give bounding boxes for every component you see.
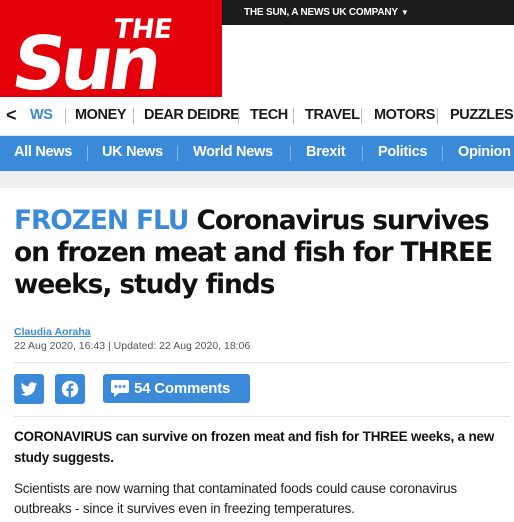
sun-logo-mark: THE Sun	[7, 14, 174, 97]
article-dates: 22 Aug 2020, 16:43 | Updated: 22 Aug 202…	[14, 340, 251, 352]
company-link-label: THE SUN, A NEWS UK COMPANY	[244, 7, 398, 18]
nav-divider	[437, 108, 438, 124]
divider	[14, 416, 510, 417]
nav-item-dear-deidre[interactable]: DEAR DEIDRE	[144, 107, 240, 123]
comments-count-label: 54 Comments	[134, 380, 231, 397]
subnav-all-news[interactable]: All News	[14, 144, 72, 160]
headline-kicker: FROZEN FLU	[14, 205, 189, 236]
subnav-divider	[290, 146, 291, 161]
facebook-icon	[61, 380, 79, 398]
subnav-divider	[177, 146, 178, 161]
article-paragraph: Scientists are now warning that contamin…	[14, 481, 457, 516]
subnav-divider	[442, 146, 443, 161]
nav-divider	[293, 108, 294, 124]
nav-item-travel[interactable]: TRAVEL	[305, 107, 360, 123]
top-bar: THE SUN, A NEWS UK COMPANY ▼	[222, 0, 514, 25]
company-menu-link[interactable]: THE SUN, A NEWS UK COMPANY ▼	[244, 7, 409, 18]
share-twitter-button[interactable]	[14, 374, 44, 404]
caret-down-icon: ▼	[400, 8, 409, 17]
sun-logo[interactable]: THE Sun	[0, 0, 222, 97]
nav-spacer	[0, 171, 514, 188]
subnav-uk-news[interactable]: UK News	[102, 144, 163, 160]
nav-divider	[238, 108, 239, 124]
twitter-icon	[20, 382, 38, 396]
subnav-politics[interactable]: Politics	[378, 144, 427, 160]
author-link[interactable]: Claudia Aoraha	[14, 326, 91, 338]
nav-divider	[361, 108, 362, 124]
nav-item-tech[interactable]: TECH	[250, 107, 288, 123]
comment-bubble-icon	[111, 380, 129, 397]
logo-sun-text: Sun	[7, 20, 163, 97]
masthead: THE Sun THE SUN, A NEWS UK COMPANY ▼	[0, 0, 514, 97]
subnav-brexit[interactable]: Brexit	[306, 144, 346, 160]
subnav-opinion[interactable]: Opinion	[458, 144, 511, 160]
chevron-left-icon[interactable]: <	[6, 105, 17, 125]
subnav-divider	[362, 146, 363, 161]
nav-divider	[133, 108, 134, 124]
subnav-world-news[interactable]: World News	[193, 144, 273, 160]
share-facebook-button[interactable]	[55, 374, 85, 404]
nav-item-money[interactable]: MONEY	[75, 107, 127, 123]
sections-nav: < WS MONEY DEAR DEIDRE TECH TRAVEL MOTOR…	[0, 97, 514, 136]
nav-divider	[65, 108, 66, 124]
article-standfirst: CORONAVIRUS can survive on frozen meat a…	[14, 429, 495, 465]
article-headline: FROZEN FLU Coronavirus survives on froze…	[14, 205, 510, 301]
divider	[14, 362, 510, 363]
comments-button[interactable]: 54 Comments	[103, 374, 250, 403]
news-subnav: All News UK News World News Brexit Polit…	[0, 136, 514, 171]
nav-item-motors[interactable]: MOTORS	[374, 107, 435, 123]
subnav-divider	[87, 146, 88, 161]
nav-item-puzzles[interactable]: PUZZLES	[450, 107, 514, 123]
nav-item-news[interactable]: WS	[30, 107, 53, 123]
